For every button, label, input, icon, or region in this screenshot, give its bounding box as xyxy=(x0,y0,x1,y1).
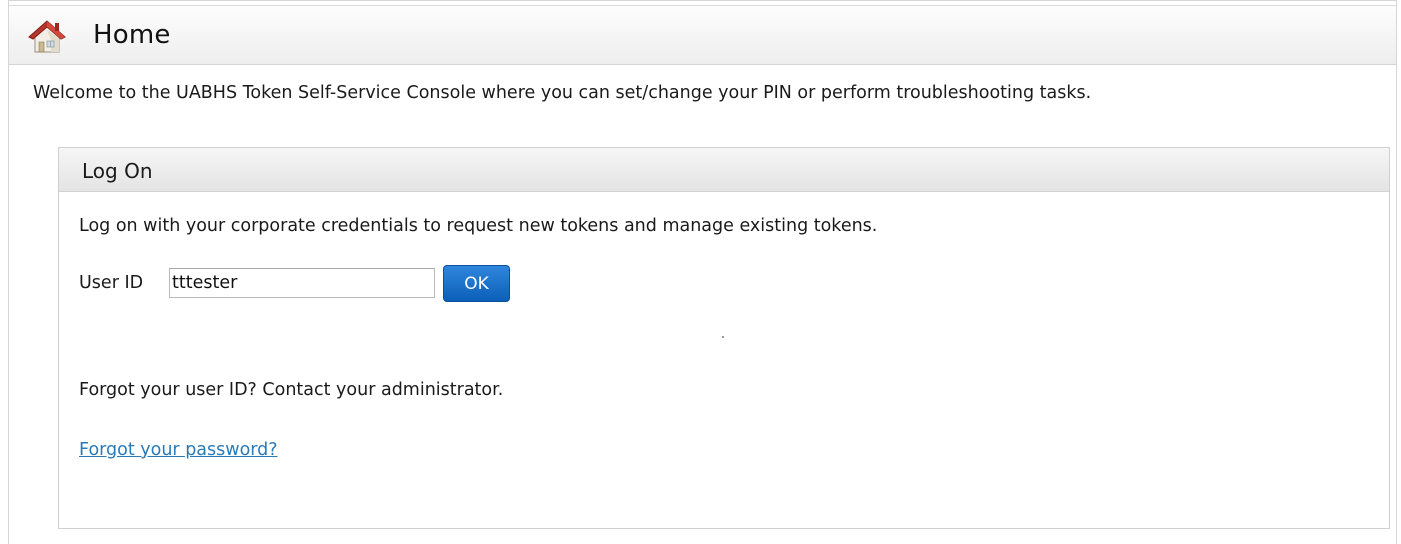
logon-panel: Log On Log on with your corporate creden… xyxy=(58,147,1390,529)
user-id-label: User ID xyxy=(79,273,144,293)
home-icon xyxy=(25,14,69,58)
page-header: Home xyxy=(9,5,1396,65)
page-frame: Home Welcome to the UABHS Token Self-Ser… xyxy=(8,0,1397,544)
forgot-user-id-text: Forgot your user ID? Contact your admini… xyxy=(79,380,504,400)
page-title: Home xyxy=(93,20,171,50)
logon-instructions: Log on with your corporate credentials t… xyxy=(79,216,878,236)
logon-panel-header: Log On xyxy=(59,148,1389,192)
forgot-password-link[interactable]: Forgot your password? xyxy=(79,440,278,460)
stray-dot xyxy=(722,336,724,338)
logon-panel-title: Log On xyxy=(82,159,153,183)
ok-button[interactable]: OK xyxy=(443,265,510,302)
user-id-input[interactable] xyxy=(169,268,435,298)
welcome-text: Welcome to the UABHS Token Self-Service … xyxy=(33,83,1092,103)
